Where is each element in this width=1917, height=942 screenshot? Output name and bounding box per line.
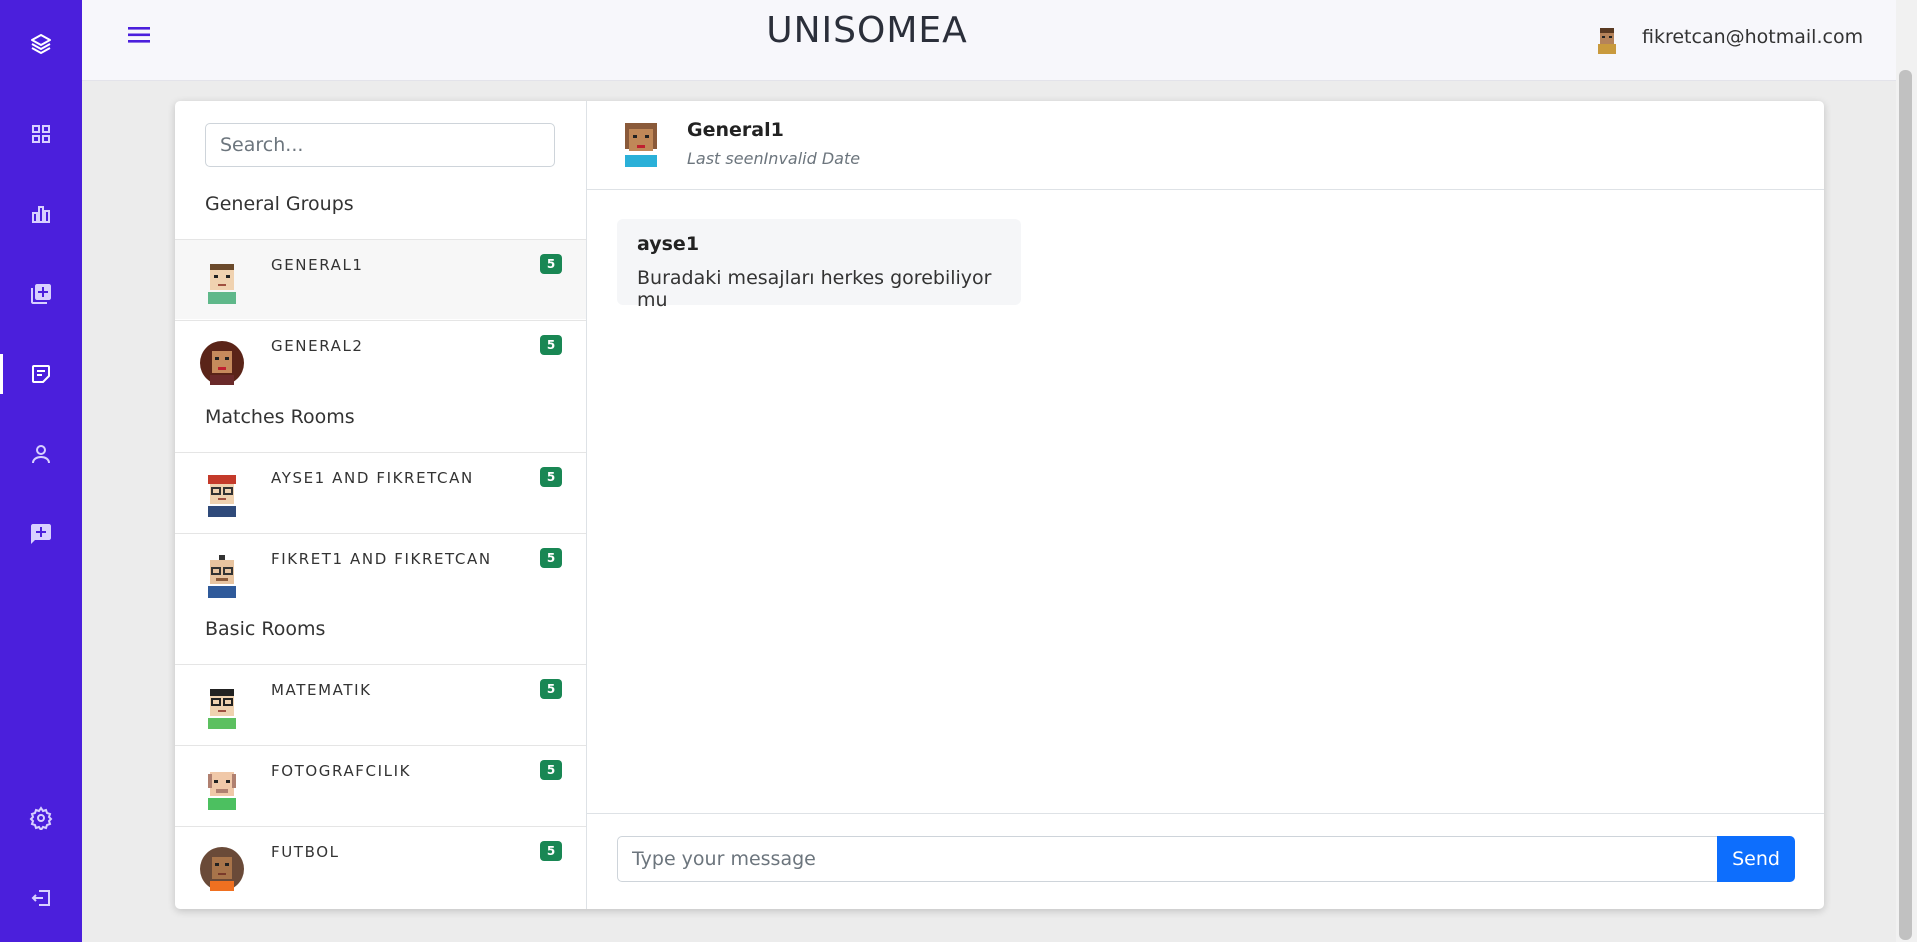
message-input[interactable] (617, 836, 1719, 882)
avatar (200, 554, 244, 600)
search-input[interactable] (205, 123, 555, 167)
avatar (200, 847, 244, 893)
avatar (200, 685, 244, 731)
last-seen-status: Last seenInvalid Date (687, 149, 861, 168)
user-email[interactable]: fikretcan@hotmail.com (1642, 26, 1863, 48)
avatar (200, 260, 244, 306)
sidebar (0, 0, 82, 942)
layers-icon[interactable] (0, 24, 82, 64)
unread-badge: 5 (540, 467, 562, 487)
top-bar: UNISOMEA fikretcan@hotmail.com (82, 0, 1896, 81)
room-item-fotografcilik[interactable]: FOTOGRAFCILIK 5 (175, 745, 586, 825)
settings-icon[interactable] (0, 798, 82, 838)
message-plus-icon[interactable] (0, 514, 82, 554)
chat-avatar (619, 121, 663, 169)
room-item-general1[interactable]: GENERAL1 5 (175, 239, 586, 319)
message-composer: Send (587, 813, 1824, 909)
message-author: ayse1 (637, 233, 700, 255)
chat-card: General Groups GENERAL1 5 GENERAL2 5 Mat… (175, 101, 1824, 909)
room-item-fikret1-and-fikretcan[interactable]: FIKRET1 AND FIKRETCAN 5 (175, 533, 586, 613)
room-name: FUTBOL (271, 843, 340, 861)
unread-badge: 5 (540, 254, 562, 274)
chat-icon[interactable] (0, 354, 82, 394)
room-name: GENERAL2 (271, 337, 364, 355)
section-title-basic-rooms: Basic Rooms (205, 618, 326, 640)
dashboard-grid-icon[interactable] (0, 114, 82, 154)
room-name: GENERAL1 (271, 256, 364, 274)
unread-badge: 5 (540, 679, 562, 699)
avatar (200, 766, 244, 812)
avatar (200, 341, 244, 387)
room-list-panel: General Groups GENERAL1 5 GENERAL2 5 Mat… (175, 101, 587, 909)
chat-title: General1 (687, 119, 784, 141)
unread-badge: 5 (540, 760, 562, 780)
room-item-matematik[interactable]: MATEMATIK 5 (175, 664, 586, 744)
scrollbar-thumb[interactable] (1899, 70, 1912, 940)
room-item-general2[interactable]: GENERAL2 5 (175, 320, 586, 400)
section-title-matches-rooms: Matches Rooms (205, 406, 355, 428)
add-collection-icon[interactable] (0, 274, 82, 314)
user-icon[interactable] (0, 434, 82, 474)
user-avatar[interactable] (1594, 26, 1620, 54)
chat-header: General1 Last seenInvalid Date (587, 101, 1824, 190)
unread-badge: 5 (540, 841, 562, 861)
avatar (200, 473, 244, 519)
section-title-general-groups: General Groups (205, 193, 354, 215)
unread-badge: 5 (540, 548, 562, 568)
room-name: FIKRET1 AND FIKRETCAN (271, 550, 492, 568)
message-text: Buradaki mesajları herkes gorebiliyor mu (637, 267, 992, 311)
room-item-ayse1-and-fikretcan[interactable]: AYSE1 AND FIKRETCAN 5 (175, 452, 586, 532)
logout-icon[interactable] (0, 878, 82, 918)
message-bubble: ayse1 Buradaki mesajları herkes gorebili… (617, 219, 1021, 311)
send-button[interactable]: Send (1717, 836, 1795, 882)
bar-chart-icon[interactable] (0, 194, 82, 234)
room-name: FOTOGRAFCILIK (271, 762, 412, 780)
unread-badge: 5 (540, 335, 562, 355)
room-name: AYSE1 AND FIKRETCAN (271, 469, 474, 487)
room-name: MATEMATIK (271, 681, 372, 699)
app-title: UNISOMEA (766, 10, 968, 51)
room-item-futbol[interactable]: FUTBOL 5 (175, 826, 586, 906)
